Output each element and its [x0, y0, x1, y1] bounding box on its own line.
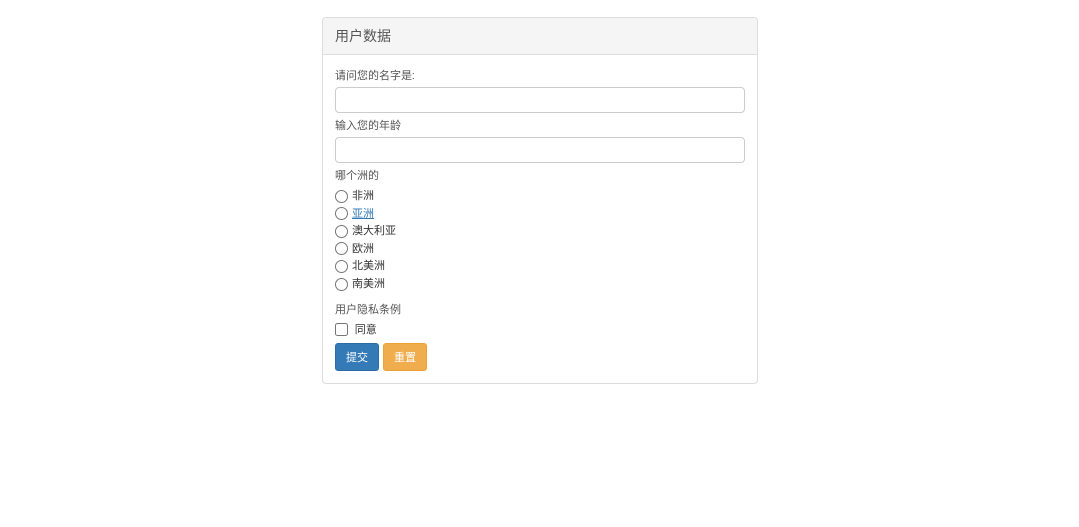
- panel-heading: 用户数据: [323, 18, 757, 55]
- submit-button[interactable]: 提交: [335, 343, 379, 371]
- agree-label: 同意: [355, 323, 377, 336]
- continent-radio-label: 非洲: [352, 189, 374, 202]
- agree-checkbox[interactable]: [335, 323, 348, 336]
- continent-label: 哪个洲的: [335, 167, 745, 183]
- continent-radio-item[interactable]: 欧洲: [335, 240, 745, 258]
- continent-radio-item[interactable]: 亚洲: [335, 205, 745, 223]
- name-label: 请问您的名字是:: [335, 67, 745, 83]
- continent-radio[interactable]: [335, 225, 348, 238]
- agree-checkbox-item[interactable]: 同意: [335, 321, 745, 337]
- continent-radio-label: 欧洲: [352, 242, 374, 255]
- continent-radio-label: 澳大利亚: [352, 224, 396, 237]
- age-input[interactable]: [335, 137, 745, 163]
- continent-radio[interactable]: [335, 207, 348, 220]
- name-input[interactable]: [335, 87, 745, 113]
- continent-radio-item[interactable]: 非洲: [335, 187, 745, 205]
- continent-radio-item[interactable]: 北美洲: [335, 257, 745, 275]
- panel-title: 用户数据: [335, 26, 745, 46]
- continent-radio-item[interactable]: 澳大利亚: [335, 222, 745, 240]
- continent-radio-group: 非洲亚洲澳大利亚欧洲北美洲南美洲: [335, 187, 745, 293]
- continent-radio[interactable]: [335, 242, 348, 255]
- user-data-panel: 用户数据 请问您的名字是: 输入您的年龄 哪个洲的 非洲亚洲澳大利亚欧洲北美洲南…: [322, 17, 758, 384]
- privacy-label: 用户隐私条例: [335, 301, 745, 317]
- continent-radio-label: 南美洲: [352, 277, 385, 290]
- continent-radio-item[interactable]: 南美洲: [335, 275, 745, 293]
- reset-button[interactable]: 重置: [383, 343, 427, 371]
- panel-body: 请问您的名字是: 输入您的年龄 哪个洲的 非洲亚洲澳大利亚欧洲北美洲南美洲 用户…: [323, 55, 757, 383]
- continent-radio-label[interactable]: 亚洲: [352, 207, 374, 220]
- continent-radio[interactable]: [335, 278, 348, 291]
- continent-radio[interactable]: [335, 260, 348, 273]
- user-form: 请问您的名字是: 输入您的年龄 哪个洲的 非洲亚洲澳大利亚欧洲北美洲南美洲 用户…: [335, 67, 745, 371]
- continent-radio[interactable]: [335, 190, 348, 203]
- continent-radio-label: 北美洲: [352, 259, 385, 272]
- age-label: 输入您的年龄: [335, 117, 745, 133]
